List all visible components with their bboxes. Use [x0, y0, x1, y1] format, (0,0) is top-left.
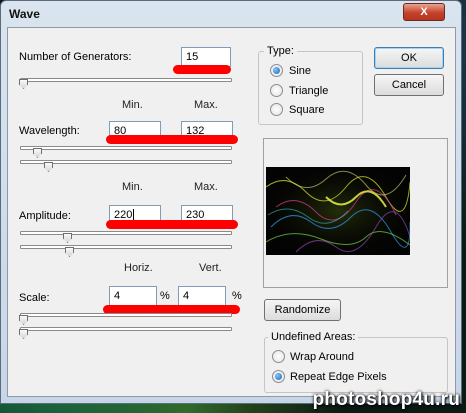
radio-square-label: Square — [289, 104, 325, 116]
max-header: Max. — [194, 181, 218, 193]
generators-slider-thumb[interactable] — [19, 79, 28, 89]
radio-square[interactable] — [270, 103, 283, 116]
scale-horiz-slider-thumb[interactable] — [19, 315, 28, 325]
amplitude-label: Amplitude: — [19, 210, 71, 222]
max-header: Max. — [194, 99, 218, 111]
cancel-button[interactable]: Cancel — [374, 74, 444, 96]
watermark-text: photoshop4u.ru — [312, 389, 460, 410]
min-header: Min. — [122, 181, 143, 193]
scale-horiz-unit: % — [160, 290, 170, 302]
scale-vert-unit: % — [232, 290, 242, 302]
radio-sine[interactable] — [270, 64, 283, 77]
generators-field[interactable]: 15 — [181, 47, 231, 67]
scale-vert-slider-track[interactable] — [20, 327, 232, 331]
wavelength-min-slider-track[interactable] — [20, 146, 232, 150]
type-group-title: Type: — [264, 45, 297, 57]
radio-repeat-edge-pixels-label: Repeat Edge Pixels — [290, 371, 387, 383]
amplitude-max-slider-track[interactable] — [20, 245, 232, 249]
undefined-areas-title: Undefined Areas: — [268, 331, 359, 343]
dialog-body: Number of Generators: 15 Min. Max. Wavel… — [7, 27, 456, 397]
annotation-highlight — [173, 65, 231, 74]
amplitude-max-slider-thumb[interactable] — [65, 247, 74, 257]
generators-slider-track[interactable] — [20, 78, 232, 82]
scale-horiz-field[interactable]: 4 — [109, 286, 157, 306]
scale-horiz-slider-track[interactable] — [20, 313, 232, 317]
horiz-header: Horiz. — [124, 262, 153, 274]
generators-label: Number of Generators: — [19, 51, 132, 63]
annotation-highlight — [106, 135, 238, 144]
vert-header: Vert. — [199, 262, 222, 274]
close-button[interactable]: X — [403, 3, 445, 21]
radio-wrap-around-label: Wrap Around — [290, 351, 355, 363]
scale-vert-slider-thumb[interactable] — [19, 329, 28, 339]
radio-sine-label: Sine — [289, 65, 312, 77]
amplitude-min-slider-thumb[interactable] — [63, 233, 72, 243]
annotation-highlight — [106, 220, 238, 229]
wavelength-max-slider-thumb[interactable] — [44, 162, 53, 172]
scale-vert-field[interactable]: 4 — [178, 286, 226, 306]
radio-triangle-label: Triangle — [289, 85, 329, 97]
dialog-title: Wave — [9, 7, 40, 21]
randomize-button[interactable]: Randomize — [264, 299, 341, 321]
scale-label: Scale: — [19, 292, 50, 304]
radio-repeat-edge-pixels[interactable] — [272, 370, 285, 383]
wave-preview-image — [266, 167, 410, 255]
wave-dialog: Wave X Number of Generators: 15 Min. Max… — [0, 0, 462, 404]
radio-wrap-around[interactable] — [272, 350, 285, 363]
amplitude-min-slider-track[interactable] — [20, 231, 232, 235]
undefined-areas-group — [264, 337, 448, 393]
wavelength-min-slider-thumb[interactable] — [33, 148, 42, 158]
ok-button[interactable]: OK — [374, 47, 444, 69]
wavelength-label: Wavelength: — [19, 125, 80, 137]
min-header: Min. — [122, 99, 143, 111]
radio-triangle[interactable] — [270, 84, 283, 97]
